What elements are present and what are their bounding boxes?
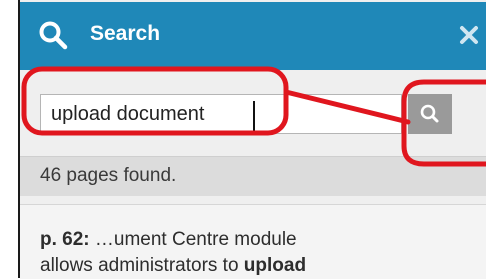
search-input[interactable]: [40, 94, 402, 134]
search-icon: [420, 104, 439, 123]
results-count: 46 pages found.: [40, 165, 177, 186]
search-button[interactable]: [408, 94, 452, 134]
result-line-1: …ument Centre module: [89, 229, 297, 250]
divider: [20, 196, 486, 204]
text-caret: [253, 101, 255, 131]
result-line-2: allows administrators to: [40, 255, 244, 276]
panel-title: Search: [90, 22, 161, 45]
result-page-number: p. 62:: [40, 229, 90, 250]
close-icon[interactable]: [458, 24, 480, 46]
results-count-bar: 46 pages found.: [20, 156, 486, 197]
search-panel-header: Search: [20, 2, 486, 70]
left-margin: [0, 0, 18, 278]
list-item[interactable]: p. 62: …ument Centre module allows admin…: [20, 204, 486, 279]
result-snippet: p. 62: …ument Centre module allows admin…: [40, 227, 470, 279]
screenshot-frame: Search 46 pages found. p. 62: …ument Cen…: [0, 0, 486, 279]
search-icon: [39, 21, 68, 50]
search-panel: Search 46 pages found. p. 62: …ument Cen…: [18, 0, 486, 279]
result-highlight: upload: [243, 255, 307, 276]
